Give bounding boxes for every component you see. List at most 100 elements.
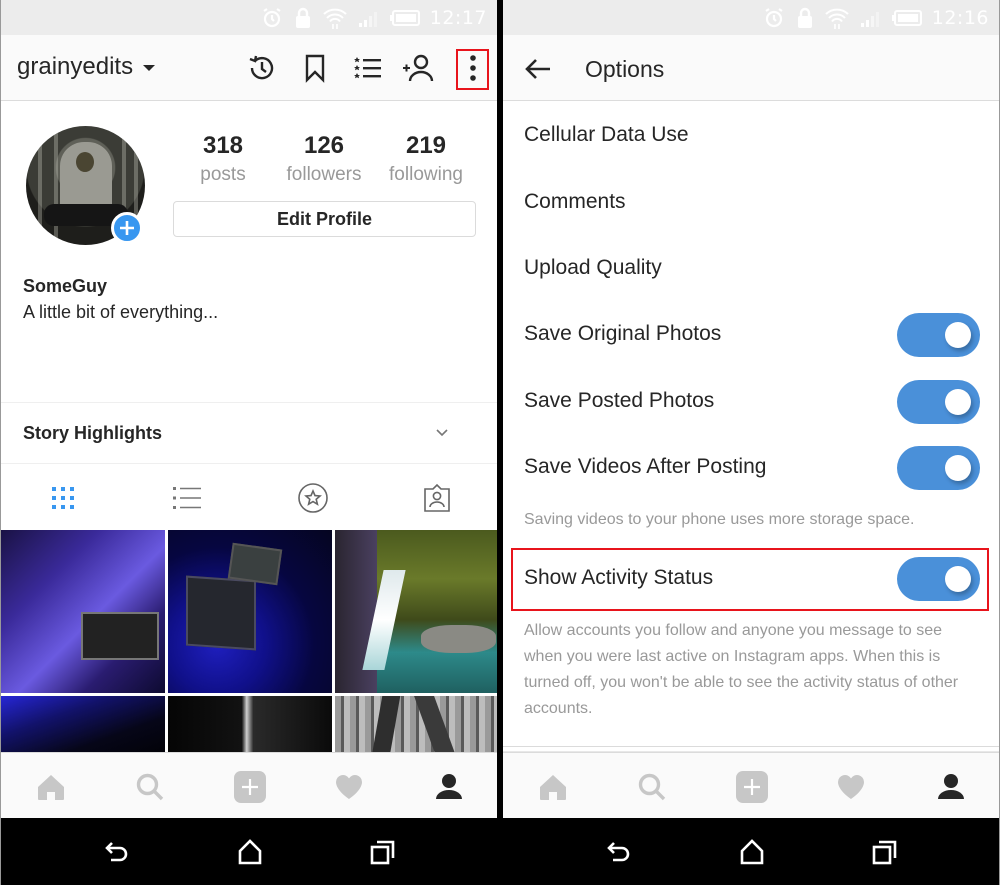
profile-screen: 12:17 grainyedits 318 posts 126 follower… — [0, 0, 497, 885]
stat-label: following — [389, 164, 463, 185]
option-save-videos-after-posting: Save Videos After Posting — [503, 435, 999, 501]
save-videos-toggle[interactable] — [897, 446, 980, 490]
tab-search[interactable] — [130, 767, 170, 807]
saved-button[interactable] — [298, 51, 332, 85]
back-button[interactable] — [521, 52, 555, 86]
photo-thumbnail[interactable] — [335, 530, 497, 693]
star-list-icon — [354, 57, 381, 79]
plus-icon — [120, 221, 134, 235]
tab-saved-collection[interactable] — [295, 480, 331, 516]
signal-icon — [358, 8, 380, 28]
bottom-tab-bar — [503, 752, 999, 818]
home-outline-icon — [740, 839, 764, 865]
stat-label: followers — [286, 164, 362, 185]
status-bar: 12:17 — [1, 0, 497, 35]
back-icon — [105, 842, 128, 862]
alarm-icon — [260, 6, 284, 30]
photo-thumbnail[interactable] — [168, 696, 332, 752]
close-friends-button[interactable] — [351, 51, 385, 85]
save-videos-note: Saving videos to your phone uses more st… — [524, 511, 915, 528]
photo-thumbnail[interactable] — [335, 696, 497, 752]
stat-value: 318 — [202, 132, 244, 159]
home-outline-icon — [238, 839, 262, 865]
bottom-tab-bar — [1, 752, 497, 818]
tab-new-post[interactable] — [230, 767, 270, 807]
search-icon — [136, 773, 164, 801]
status-bar: 12:16 — [503, 0, 999, 35]
stat-value: 219 — [405, 132, 447, 159]
stat-value: 126 — [303, 132, 345, 159]
save-original-photos-toggle[interactable] — [897, 313, 980, 357]
status-time: 12:17 — [429, 6, 487, 29]
photo-thumbnail[interactable] — [1, 530, 165, 693]
tab-list-view[interactable] — [169, 480, 205, 516]
archive-icon — [249, 55, 274, 80]
option-save-posted-photos: Save Posted Photos — [503, 369, 999, 435]
tab-home[interactable] — [533, 767, 573, 807]
nav-back-button[interactable] — [101, 836, 133, 868]
options-header: Options — [503, 35, 999, 101]
followers-count[interactable]: 126 followers — [274, 132, 374, 186]
battery-icon — [389, 9, 420, 27]
new-post-icon — [234, 771, 266, 803]
option-upload-quality[interactable]: Upload Quality — [503, 236, 999, 302]
tab-activity[interactable] — [329, 767, 369, 807]
heart-icon — [336, 775, 362, 799]
tab-activity[interactable] — [831, 767, 871, 807]
tab-search[interactable] — [632, 767, 672, 807]
nav-recents-button[interactable] — [367, 836, 399, 868]
tab-new-post[interactable] — [732, 767, 772, 807]
option-comments[interactable]: Comments — [503, 170, 999, 236]
alarm-icon — [762, 6, 786, 30]
nav-home-button[interactable] — [234, 836, 266, 868]
back-icon — [607, 842, 630, 862]
recents-icon — [872, 840, 897, 865]
activity-status-highlight-box — [511, 548, 989, 611]
option-label: Save Videos After Posting — [524, 455, 767, 478]
option-cellular-data-use[interactable]: Cellular Data Use — [503, 103, 999, 169]
android-nav-bar — [503, 818, 999, 885]
options-screen: 12:16 Options Cellular Data Use Comments… — [503, 0, 1000, 885]
tab-profile[interactable] — [429, 767, 469, 807]
story-highlights-title: Story Highlights — [23, 423, 162, 443]
tab-profile[interactable] — [931, 767, 971, 807]
home-icon — [540, 775, 566, 800]
option-save-original-photos: Save Original Photos — [503, 302, 999, 368]
activity-status-description: Allow accounts you follow and anyone you… — [524, 622, 959, 717]
home-icon — [38, 775, 64, 800]
tab-home[interactable] — [31, 767, 71, 807]
star-circle-icon — [298, 483, 328, 513]
profile-icon — [436, 774, 462, 799]
wifi-icon — [824, 6, 850, 30]
posts-count[interactable]: 318 posts — [173, 132, 273, 186]
username: grainyedits — [17, 53, 134, 80]
photo-thumbnail[interactable] — [168, 530, 332, 693]
discover-people-button[interactable] — [401, 51, 435, 85]
story-highlights-row[interactable]: Story Highlights — [1, 403, 497, 463]
option-label: Save Posted Photos — [524, 389, 715, 412]
arrow-left-icon — [525, 59, 550, 79]
recents-icon — [370, 840, 395, 865]
nav-back-button[interactable] — [603, 836, 635, 868]
following-count[interactable]: 219 following — [376, 132, 476, 186]
tab-tagged-photos[interactable] — [419, 480, 455, 516]
archive-button[interactable] — [245, 51, 279, 85]
profile-icon — [938, 774, 964, 799]
profile-name: SomeGuy — [23, 276, 108, 296]
page-title: Options — [585, 56, 665, 82]
tab-grid-view[interactable] — [45, 480, 81, 516]
lock-icon — [294, 6, 312, 30]
heart-icon — [838, 775, 864, 799]
option-label: Cellular Data Use — [524, 123, 689, 146]
lock-icon — [796, 6, 814, 30]
profile-view-tabs — [1, 464, 497, 530]
account-switcher[interactable]: grainyedits — [17, 53, 156, 81]
save-posted-photos-toggle[interactable] — [897, 380, 980, 424]
nav-home-button[interactable] — [736, 836, 768, 868]
edit-profile-button[interactable]: Edit Profile — [173, 201, 476, 237]
nav-recents-button[interactable] — [869, 836, 901, 868]
profile-header: grainyedits — [1, 35, 497, 101]
add-story-button[interactable] — [111, 212, 143, 244]
wifi-icon — [322, 6, 348, 30]
photo-thumbnail[interactable] — [1, 696, 165, 752]
